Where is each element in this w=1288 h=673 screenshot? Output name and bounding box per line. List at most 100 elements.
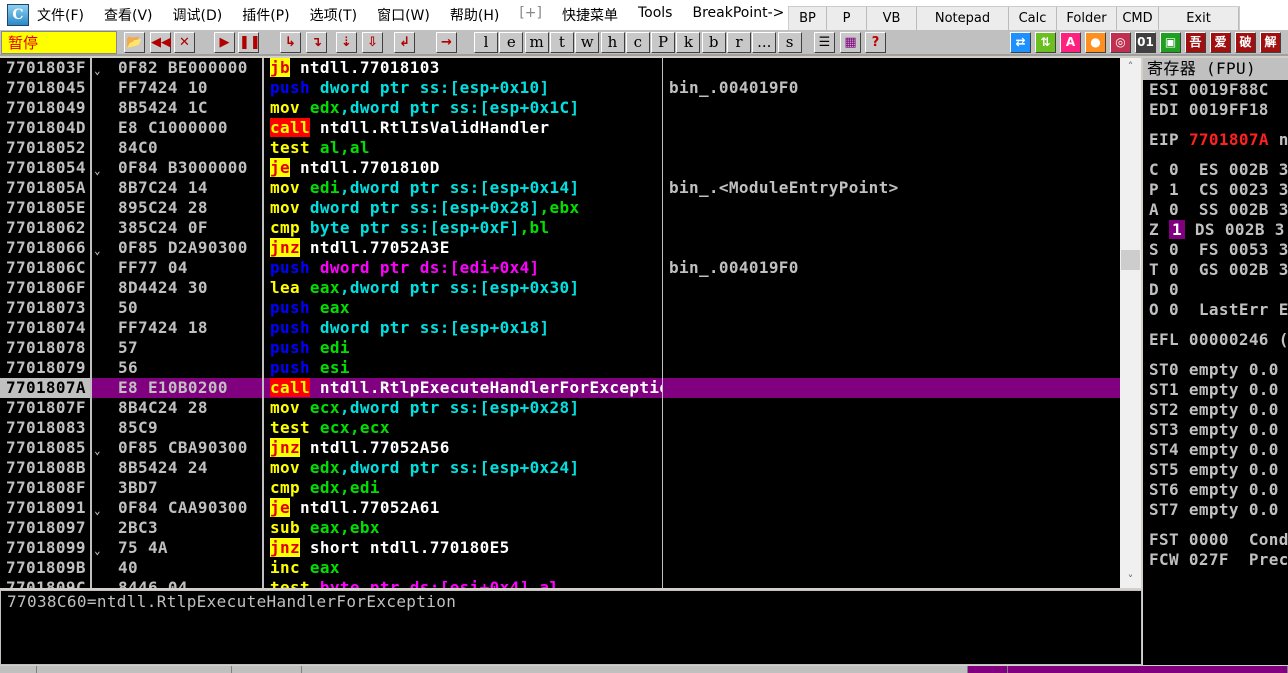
quick-button-vb[interactable]: VB xyxy=(867,7,917,31)
register-line[interactable]: EIP 7701807A n xyxy=(1149,130,1288,150)
register-line[interactable]: D 0 xyxy=(1149,280,1179,300)
register-line[interactable]: EFL 00000246 ( xyxy=(1149,330,1288,350)
ai-icon[interactable]: 爱 xyxy=(1210,32,1231,53)
toolbar-button-1[interactable]: e xyxy=(499,32,524,53)
step-into-icon[interactable]: ↳ xyxy=(280,32,301,53)
disassembly-pane[interactable]: 7701803F ⌄ 0F82 BE000000 jb ntdll.77018103 7… xyxy=(0,58,1120,588)
quick-button-folder[interactable]: Folder xyxy=(1057,7,1117,31)
disasm-row[interactable]: 7701807F 8B4C24 28 mov ecx,dword ptr ss:[e… xyxy=(0,398,1120,418)
menu-item-10[interactable]: BreakPoint-> xyxy=(692,5,784,25)
scroll-down-icon[interactable]: ˅ xyxy=(1120,573,1141,586)
execute-till-return-icon[interactable]: ↲ xyxy=(394,32,415,53)
scroll-thumb[interactable] xyxy=(1121,250,1140,270)
menu-item-2[interactable]: 调试(D) xyxy=(173,5,223,25)
disasm-row[interactable]: 77018052 84C0 test al,al xyxy=(0,138,1120,158)
toolbar-button-0[interactable]: l xyxy=(474,32,498,53)
register-line[interactable]: ST0 empty 0.0 xyxy=(1149,360,1279,380)
registers-pane[interactable]: 寄存器 (FPU) ESI 0019F88C EDI 0019FF18 EIP 77… xyxy=(1143,58,1288,665)
register-value[interactable]: 7701807A xyxy=(1189,130,1269,149)
menu-item-8[interactable]: 快捷菜单 xyxy=(562,5,618,25)
register-line[interactable]: ST3 empty 0.0 xyxy=(1149,420,1279,440)
register-line[interactable]: ST4 empty 0.0 xyxy=(1149,440,1279,460)
record-icon[interactable]: ● xyxy=(1085,32,1106,53)
disasm-row[interactable]: 7701806C FF77 04 push dword ptr ds:[edi+0x… xyxy=(0,258,1120,278)
disasm-row[interactable]: 7701809C 8446 04 test byte ptr ds:[esi+0x4… xyxy=(0,578,1120,588)
disasm-row[interactable]: 77018073 50 push eax xyxy=(0,298,1120,318)
quick-button-p[interactable]: P xyxy=(827,7,867,31)
quick-button-calc[interactable]: Calc xyxy=(1009,7,1057,31)
menu-item-0[interactable]: 文件(F) xyxy=(37,5,84,25)
register-line[interactable]: O 0 LastErr E xyxy=(1149,300,1288,320)
jie-icon[interactable]: 解 xyxy=(1260,32,1281,53)
register-line[interactable]: S 0 FS 0053 3 xyxy=(1149,240,1288,260)
menu-item-6[interactable]: 帮助(H) xyxy=(450,5,499,25)
target-icon[interactable]: ◎ xyxy=(1110,32,1131,53)
menu-item-5[interactable]: 窗口(W) xyxy=(377,5,430,25)
toolbar-button-11[interactable]: ... xyxy=(752,32,777,53)
toolbar-button-7[interactable]: P xyxy=(651,32,676,53)
register-line[interactable]: ST7 empty 0.0 xyxy=(1149,500,1279,520)
quick-button-notepad[interactable]: Notepad xyxy=(917,7,1009,31)
go-to-icon[interactable]: → xyxy=(436,32,457,53)
swap-icon[interactable]: ⇄ xyxy=(1010,32,1031,53)
run-icon[interactable]: ▶ xyxy=(214,32,235,53)
toolbar-button-2[interactable]: m xyxy=(524,32,549,53)
trace-over-icon[interactable]: ⇩ xyxy=(362,32,383,53)
disasm-row[interactable]: 7701803F ⌄ 0F82 BE000000 jb ntdll.77018103 xyxy=(0,58,1120,78)
open-folder-icon[interactable]: 📂 xyxy=(124,32,145,53)
register-line[interactable]: ST6 empty 0.0 xyxy=(1149,480,1279,500)
toolbar-button-12[interactable]: s xyxy=(777,32,802,53)
menu-item-9[interactable]: Tools xyxy=(638,5,673,25)
toolbar-button-5[interactable]: h xyxy=(600,32,625,53)
disassembly-scrollbar[interactable]: ˄ ˅ xyxy=(1120,58,1141,588)
register-line[interactable]: A 0 SS 002B 3 xyxy=(1149,200,1288,220)
close-icon[interactable]: ✕ xyxy=(174,32,195,53)
toolbar-button-10[interactable]: r xyxy=(727,32,751,53)
disasm-row[interactable]: 77018091 ⌄ 0F84 CAA90300 je ntdll.77052A61 xyxy=(0,498,1120,518)
disasm-row[interactable]: 77018085 ⌄ 0F85 CBA90300 jnz ntdll.77052A56 xyxy=(0,438,1120,458)
disasm-row[interactable]: 77018079 56 push esi xyxy=(0,358,1120,378)
register-line[interactable]: Z 1 DS 002B 3 xyxy=(1149,220,1285,240)
step-over-icon[interactable]: ↴ xyxy=(306,32,327,53)
toolbar-button-9[interactable]: b xyxy=(701,32,726,53)
toolbar-button-8[interactable]: k xyxy=(676,32,701,53)
register-line[interactable]: ST1 empty 0.0 xyxy=(1149,380,1279,400)
menu-item-3[interactable]: 插件(P) xyxy=(242,5,289,25)
quick-button-cmd[interactable]: CMD xyxy=(1117,7,1159,31)
help-icon[interactable]: ? xyxy=(865,32,886,53)
zero-flag-value[interactable]: 1 xyxy=(1168,220,1185,239)
disasm-row[interactable]: 77018062 385C24 0F cmp byte ptr ss:[esp+0x… xyxy=(0,218,1120,238)
disasm-row[interactable]: 7701804D E8 C1000000 call ntdll.RtlIsValid… xyxy=(0,118,1120,138)
disasm-row[interactable]: 7701806F 8D4424 30 lea eax,dword ptr ss:[e… xyxy=(0,278,1120,298)
binary-icon[interactable]: 01 xyxy=(1135,32,1156,53)
updown-icon[interactable]: ⇅ xyxy=(1035,32,1056,53)
menu-item-1[interactable]: 查看(V) xyxy=(104,5,153,25)
window-icon[interactable]: ▣ xyxy=(1160,32,1181,53)
register-line[interactable]: ESI 0019F88C xyxy=(1149,80,1269,100)
register-line[interactable]: ST2 empty 0.0 xyxy=(1149,400,1279,420)
menu-item-4[interactable]: 选项(T) xyxy=(310,5,357,25)
disasm-row[interactable]: 77018066 ⌄ 0F85 D2A90300 jnz ntdll.77052A3E xyxy=(0,238,1120,258)
toolbar-button-4[interactable]: w xyxy=(575,32,600,53)
disasm-row[interactable]: 77018049 8B5424 1C mov edx,dword ptr ss:[e… xyxy=(0,98,1120,118)
disasm-row[interactable]: 77018078 57 push edi xyxy=(0,338,1120,358)
disasm-row[interactable]: 7701809B 40 inc eax xyxy=(0,558,1120,578)
trace-into-icon[interactable]: ⇣ xyxy=(336,32,357,53)
disasm-row[interactable]: 77018099 ⌄ 75 4A jnz short ntdll.770180E5 xyxy=(0,538,1120,558)
quick-button-exit[interactable]: Exit xyxy=(1159,7,1239,31)
register-line[interactable]: FST 0000 Cond xyxy=(1149,530,1288,550)
disasm-row[interactable]: 7701805A 8B7C24 14 mov edi,dword ptr ss:[e… xyxy=(0,178,1120,198)
register-line[interactable]: P 1 CS 0023 3 xyxy=(1149,180,1288,200)
quick-button-bp[interactable]: BP xyxy=(789,7,827,31)
toolbar-button-3[interactable]: t xyxy=(549,32,574,53)
restart-icon[interactable]: ◀◀ xyxy=(150,32,171,53)
disasm-row[interactable]: 7701808F 3BD7 cmp edx,edi xyxy=(0,478,1120,498)
pause-icon[interactable]: ❚❚ xyxy=(238,32,261,53)
disasm-row[interactable]: 77018074 FF7424 18 push dword ptr ss:[esp+… xyxy=(0,318,1120,338)
wu-icon[interactable]: 吾 xyxy=(1185,32,1206,53)
disasm-row[interactable]: 7701808B 8B5424 24 mov edx,dword ptr ss:[e… xyxy=(0,458,1120,478)
disasm-row[interactable]: 77018045 FF7424 10 push dword ptr ss:[esp+… xyxy=(0,78,1120,98)
register-line[interactable]: EDI 0019FF18 xyxy=(1149,100,1269,120)
menu-item-7[interactable]: [+] xyxy=(519,5,542,25)
po-icon[interactable]: 破 xyxy=(1235,32,1256,53)
